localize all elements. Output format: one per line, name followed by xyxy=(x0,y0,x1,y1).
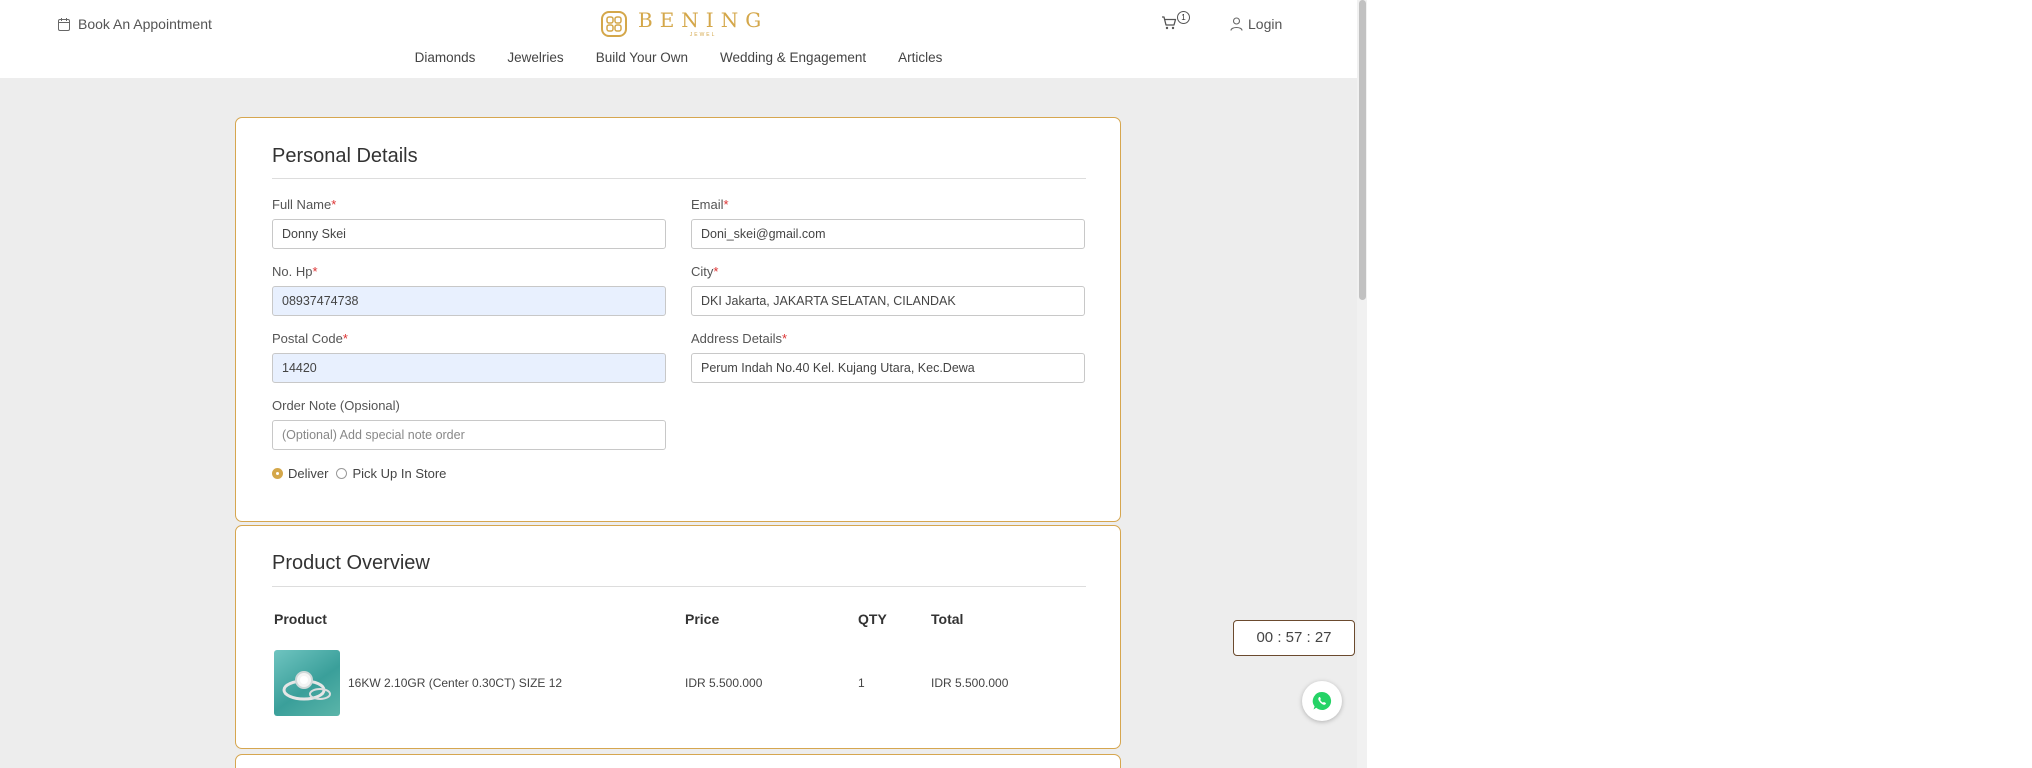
order-note-label: Order Note (Opsional) xyxy=(272,398,400,413)
book-appointment-link[interactable]: Book An Appointment xyxy=(58,16,212,32)
book-appointment-label: Book An Appointment xyxy=(78,16,212,32)
product-name[interactable]: 16KW 2.10GR (Center 0.30CT) SIZE 12 xyxy=(348,676,562,690)
ring-image xyxy=(282,671,331,701)
product-overview-title: Product Overview xyxy=(272,552,430,574)
nav-item-wedding-engagement[interactable]: Wedding & Engagement xyxy=(720,50,866,65)
required-mark: * xyxy=(782,331,788,346)
nav-item-build-your-own[interactable]: Build Your Own xyxy=(596,50,688,65)
phone-label-text: No. Hp xyxy=(272,264,313,279)
email-label-text: Email xyxy=(691,197,724,212)
product-overview-divider xyxy=(272,586,1086,587)
brand-logo[interactable]: BENING JEWEL xyxy=(600,10,768,38)
logo-subtext: JEWEL xyxy=(689,32,717,38)
postal-code-label: Postal Code* xyxy=(272,331,348,346)
main-nav: Diamonds Jewelries Build Your Own Weddin… xyxy=(0,50,1357,65)
logo-wordmark: BENING xyxy=(638,8,769,32)
column-header-product: Product xyxy=(274,611,327,627)
countdown-timer: 00 : 57 : 27 xyxy=(1233,620,1355,656)
full-name-label: Full Name* xyxy=(272,197,336,212)
whatsapp-chat-button[interactable] xyxy=(1302,681,1342,721)
scrollbar-thumb[interactable] xyxy=(1359,0,1366,300)
column-header-total: Total xyxy=(931,611,964,627)
product-total: IDR 5.500.000 xyxy=(931,676,1009,690)
nav-item-jewelries[interactable]: Jewelries xyxy=(507,50,563,65)
required-mark: * xyxy=(342,331,348,346)
full-name-label-text: Full Name xyxy=(272,197,332,212)
user-icon xyxy=(1230,17,1243,31)
address-details-input[interactable] xyxy=(691,353,1085,383)
required-mark: * xyxy=(331,197,337,212)
order-note-input[interactable] xyxy=(272,420,666,450)
personal-details-title: Personal Details xyxy=(272,145,418,167)
phone-input[interactable] xyxy=(272,286,666,316)
nav-item-articles[interactable]: Articles xyxy=(898,50,942,65)
product-overview-card: Product Overview Product Price QTY Total… xyxy=(235,525,1121,749)
logo-emblem-icon xyxy=(601,11,627,37)
column-header-price: Price xyxy=(685,611,720,627)
login-link[interactable]: Login xyxy=(1230,16,1282,32)
city-label: City* xyxy=(691,264,718,279)
next-section-card xyxy=(235,754,1121,768)
personal-details-divider xyxy=(272,178,1086,179)
address-details-label-text: Address Details xyxy=(691,331,783,346)
required-mark: * xyxy=(723,197,729,212)
product-thumbnail[interactable] xyxy=(274,650,340,716)
product-price: IDR 5.500.000 xyxy=(685,676,763,690)
product-qty: 1 xyxy=(858,676,865,690)
login-label: Login xyxy=(1248,16,1283,32)
column-header-qty: QTY xyxy=(858,611,887,627)
nav-item-diamonds[interactable]: Diamonds xyxy=(415,50,476,65)
address-details-label: Address Details* xyxy=(691,331,787,346)
pickup-radio-label[interactable]: Pick Up In Store xyxy=(352,466,446,481)
personal-details-card: Personal Details Full Name* Email* No. H… xyxy=(235,117,1121,522)
city-input[interactable] xyxy=(691,286,1085,316)
logo-text-block: BENING JEWEL xyxy=(638,10,768,38)
deliver-radio-label[interactable]: Deliver xyxy=(288,466,328,481)
phone-label: No. Hp* xyxy=(272,264,318,279)
full-name-input[interactable] xyxy=(272,219,666,249)
calendar-icon xyxy=(58,17,70,31)
site-header: Book An Appointment BENING JEWEL 1 Login… xyxy=(0,0,1357,78)
checkout-page: Book An Appointment BENING JEWEL 1 Login… xyxy=(0,0,1357,768)
cart-count-badge: 1 xyxy=(1177,11,1190,24)
cart-button[interactable]: 1 xyxy=(1161,11,1190,36)
email-label: Email* xyxy=(691,197,729,212)
city-label-text: City xyxy=(691,264,714,279)
pickup-radio[interactable] xyxy=(336,468,348,479)
page-scrollbar[interactable] xyxy=(1357,0,1367,768)
postal-code-label-text: Postal Code xyxy=(272,331,343,346)
cart-icon xyxy=(1162,16,1177,30)
required-mark: * xyxy=(713,264,719,279)
required-mark: * xyxy=(312,264,318,279)
delivery-method-group: Deliver Pick Up In Store xyxy=(272,466,446,481)
email-input[interactable] xyxy=(691,219,1085,249)
postal-code-input[interactable] xyxy=(272,353,666,383)
deliver-radio[interactable] xyxy=(272,468,283,479)
whatsapp-icon xyxy=(1312,691,1332,710)
